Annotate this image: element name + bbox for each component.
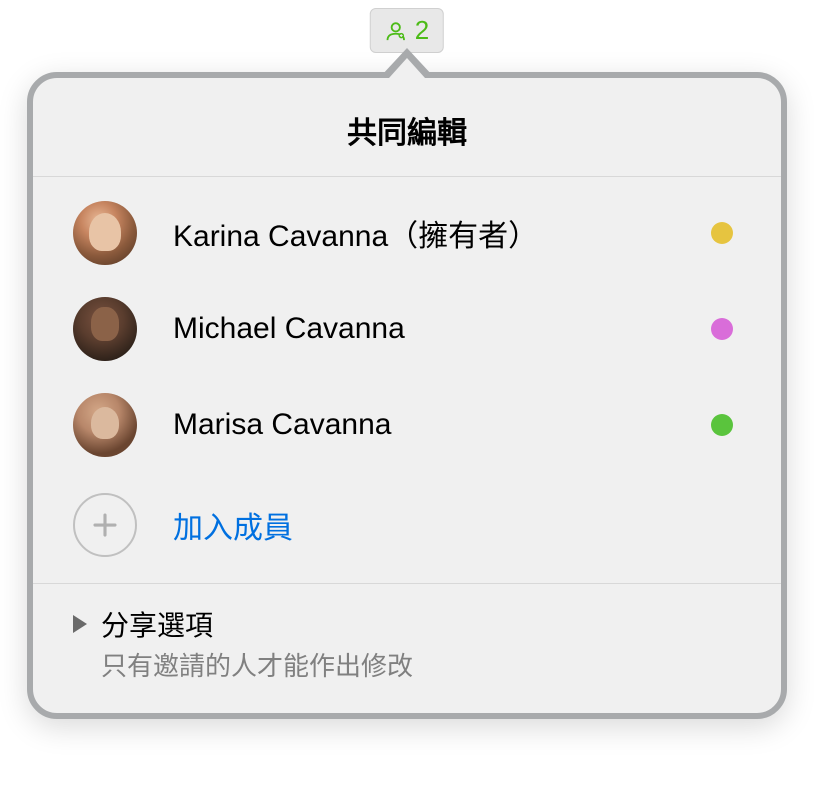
participant-name: Karina Cavanna（擁有者） bbox=[173, 211, 675, 255]
person-icon bbox=[385, 20, 407, 42]
share-options-header: 分享選項 bbox=[73, 604, 751, 644]
avatar bbox=[73, 297, 137, 361]
participant-color-dot bbox=[711, 222, 733, 244]
participant-row[interactable]: Michael Cavanna bbox=[63, 281, 751, 377]
participant-count: 2 bbox=[415, 15, 429, 46]
share-options-subtitle: 只有邀請的人才能作出修改 bbox=[101, 646, 751, 683]
participant-color-dot bbox=[711, 318, 733, 340]
popover-title: 共同編輯 bbox=[33, 78, 781, 177]
participant-row[interactable]: Karina Cavanna（擁有者） bbox=[63, 185, 751, 281]
participant-row[interactable]: Marisa Cavanna bbox=[63, 377, 751, 473]
participant-name: Michael Cavanna bbox=[173, 312, 675, 346]
participant-color-dot bbox=[711, 414, 733, 436]
add-member-button[interactable]: 加入成員 bbox=[63, 473, 751, 583]
participants-list: Karina Cavanna（擁有者） Michael Cavanna Mari… bbox=[33, 177, 781, 583]
collaboration-toolbar-button[interactable]: 2 bbox=[370, 8, 444, 53]
avatar bbox=[73, 393, 137, 457]
disclosure-triangle-icon bbox=[73, 615, 87, 633]
popover-body: 共同編輯 Karina Cavanna（擁有者） Michael Cavanna… bbox=[27, 72, 787, 719]
participant-name: Marisa Cavanna bbox=[173, 408, 675, 442]
collaboration-popover: 共同編輯 Karina Cavanna（擁有者） Michael Cavanna… bbox=[27, 72, 787, 719]
avatar bbox=[73, 201, 137, 265]
share-options-button[interactable]: 分享選項 只有邀請的人才能作出修改 bbox=[33, 583, 781, 713]
share-options-title: 分享選項 bbox=[101, 604, 213, 644]
popover-arrow bbox=[381, 48, 433, 76]
add-member-label: 加入成員 bbox=[173, 503, 293, 547]
plus-icon bbox=[73, 493, 137, 557]
